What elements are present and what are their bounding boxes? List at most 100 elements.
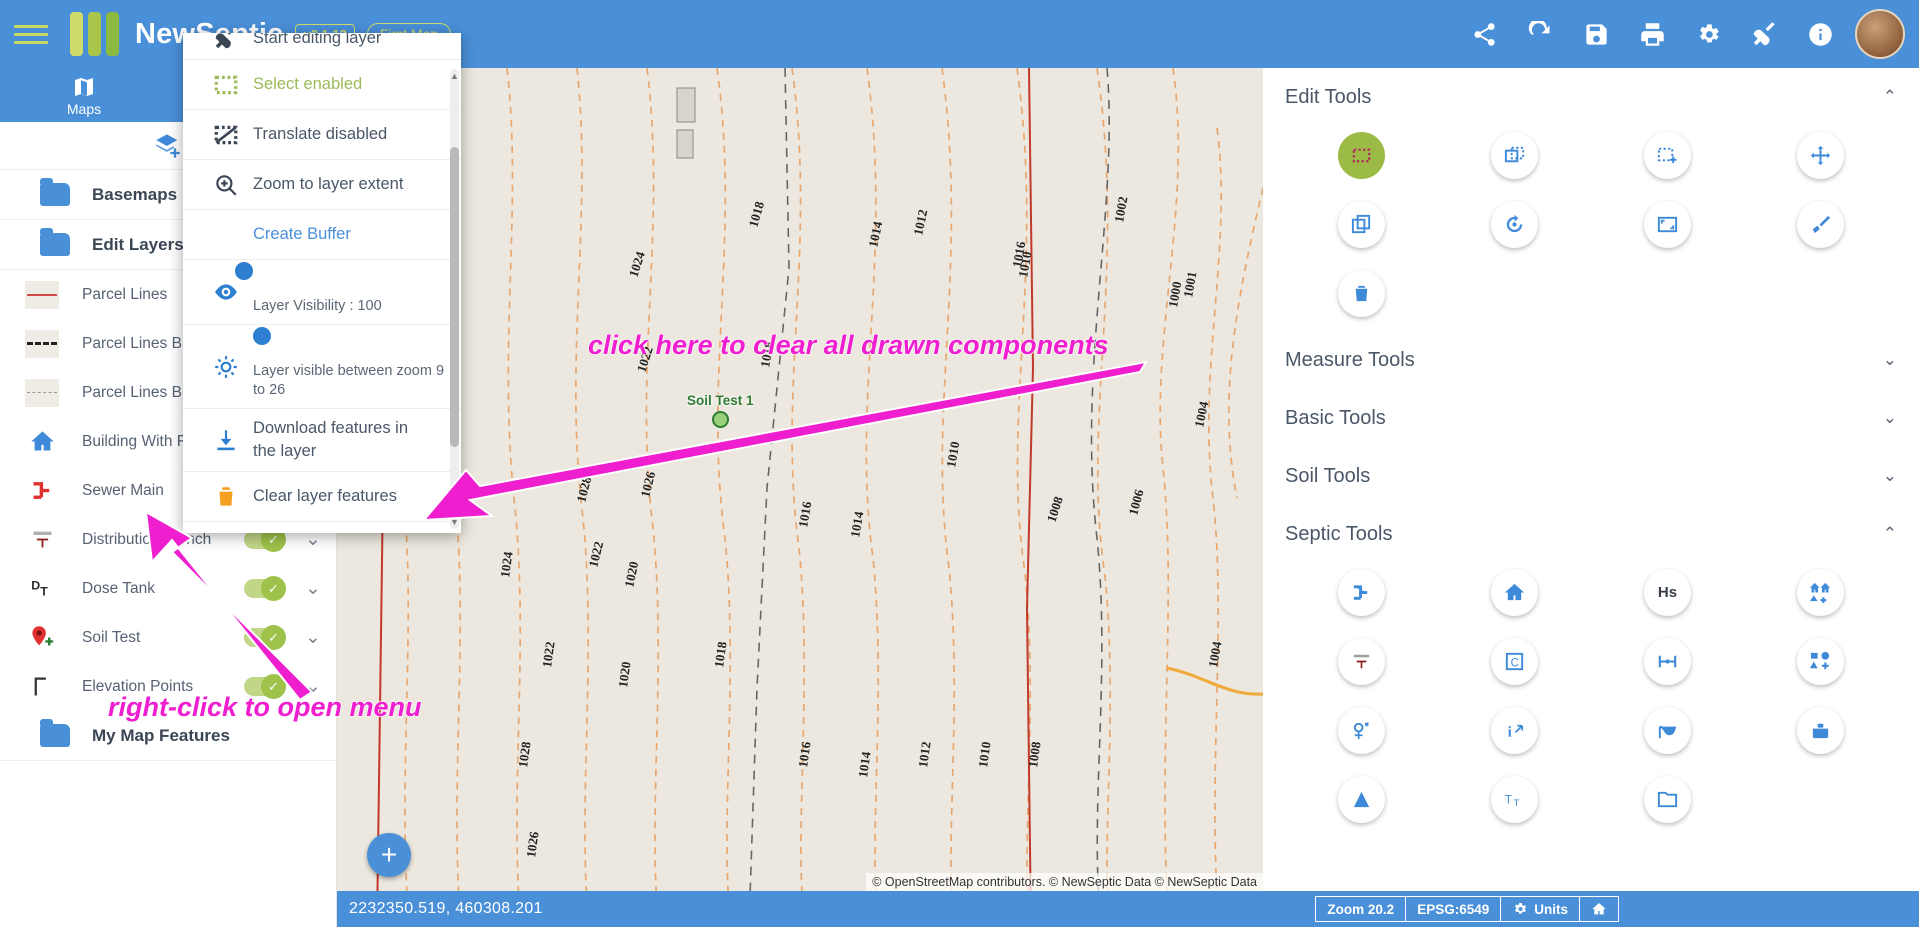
rect-copy-dotted-icon	[1504, 146, 1525, 163]
soil-test-pin-icon	[18, 622, 66, 654]
section-header-basic-tools[interactable]: Basic Tools ⌄	[1285, 389, 1897, 447]
add-feature-button[interactable]: +	[367, 833, 411, 877]
soil-tool[interactable]	[1338, 707, 1385, 754]
move-arrows-icon	[1810, 145, 1831, 166]
print-icon[interactable]	[1637, 19, 1667, 49]
units-cell[interactable]: Units	[1500, 896, 1579, 922]
chevron-down-icon[interactable]: ⌄	[1883, 350, 1897, 370]
user-avatar[interactable]	[1855, 9, 1905, 59]
distribution-trench-tool[interactable]	[1338, 638, 1385, 685]
share-icon[interactable]	[1469, 19, 1499, 49]
layer-context-menu[interactable]: Start editing layer Select enabled Trans…	[183, 33, 461, 533]
clear-style-tool[interactable]	[1797, 201, 1844, 248]
house-sewer-tool[interactable]: Hs	[1644, 569, 1691, 616]
context-menu-scrollbar[interactable]: ▲ ▼	[450, 69, 459, 529]
refresh-icon[interactable]	[1525, 19, 1555, 49]
copy-tool[interactable]	[1338, 201, 1385, 248]
chamber-tool[interactable]: C	[1491, 638, 1538, 685]
ctx-download-features[interactable]: Download features in the layer	[183, 409, 461, 472]
map-attribution: © OpenStreetMap contributors. © NewSepti…	[866, 873, 1263, 891]
info-tool[interactable]: i	[1491, 707, 1538, 754]
tank-tool[interactable]	[1797, 707, 1844, 754]
ctx-zoom-to-layer-extent[interactable]: Zoom to layer extent	[183, 160, 461, 210]
epsg-cell[interactable]: EPSG:6549	[1405, 896, 1501, 922]
ctx-zoom-range[interactable]: Layer visible between zoom 9 to 26	[183, 325, 461, 409]
ctx-start-editing-layer[interactable]: Start editing layer	[183, 33, 461, 60]
map-canvas[interactable]: 1018 1024 1022 1028 1026 1022 1020 1014 …	[337, 68, 1263, 927]
folder-icon	[40, 719, 70, 747]
brush-icon	[1812, 215, 1831, 234]
section-header-septic-tools[interactable]: Septic Tools ⌃	[1285, 505, 1897, 563]
multi-building-tool[interactable]	[1797, 569, 1844, 616]
ctx-clear-layer-features[interactable]: Clear layer features	[183, 472, 461, 522]
soil-test-marker[interactable]: Soil Test 1	[687, 393, 754, 428]
ctx-create-buffer[interactable]: Create Buffer	[183, 210, 461, 260]
scale-tool[interactable]	[1644, 201, 1691, 248]
chevron-down-icon[interactable]: ⌄	[1883, 466, 1897, 486]
tab-maps[interactable]: Maps	[0, 68, 168, 122]
info-icon[interactable]	[1805, 19, 1835, 49]
chevron-down-icon[interactable]: ⌄	[300, 577, 326, 600]
folder-icon	[40, 228, 70, 256]
annotation-right-click: right-click to open menu	[108, 692, 423, 723]
section-header-soil-tools[interactable]: Soil Tools ⌄	[1285, 447, 1897, 505]
section-header-measure-tools[interactable]: Measure Tools ⌄	[1285, 331, 1897, 389]
settings-icon[interactable]	[1693, 19, 1723, 49]
tools-icon[interactable]	[1749, 19, 1779, 49]
layer-visibility-toggle[interactable]	[244, 576, 286, 601]
scroll-up-arrow-icon[interactable]: ▲	[450, 71, 459, 81]
trench-t-icon	[1353, 654, 1370, 669]
dotted-rect-icon	[1352, 148, 1371, 163]
layer-group-label: My Map Features	[92, 725, 230, 745]
scroll-down-arrow-icon[interactable]: ▼	[450, 517, 459, 527]
scrollbar-thumb[interactable]	[450, 147, 459, 447]
house-icon	[18, 426, 66, 458]
chevron-up-icon[interactable]: ⌃	[1883, 87, 1897, 107]
ctx-translate-disabled[interactable]: Translate disabled	[183, 110, 461, 160]
add-features-tool[interactable]	[1797, 638, 1844, 685]
chevron-up-icon[interactable]: ⌃	[1883, 524, 1897, 544]
zoom-level-cell[interactable]: Zoom 20.2	[1315, 896, 1406, 922]
septic-tools-grid: Hs C i TT	[1285, 563, 1897, 837]
section-basic-tools: Basic Tools ⌄	[1263, 389, 1919, 447]
select-features-tool[interactable]	[1338, 132, 1385, 179]
chevron-down-icon[interactable]: ⌄	[1883, 408, 1897, 428]
north-arrow-tool[interactable]	[1338, 776, 1385, 823]
eye-icon	[199, 279, 253, 305]
ctx-layer-visibility[interactable]: Layer Visibility : 100	[183, 260, 461, 325]
units-label: Units	[1534, 901, 1568, 917]
section-title: Soil Tools	[1285, 464, 1371, 487]
layer-row-dose-tank[interactable]: DT Dose Tank ⌄	[0, 564, 336, 613]
ctx-select-enabled[interactable]: Select enabled	[183, 60, 461, 110]
map-contours: 1018 1024 1022 1028 1026 1022 1020 1014 …	[337, 68, 1263, 927]
select-add-layer-tool[interactable]	[1491, 132, 1538, 179]
text-tool[interactable]: TT	[1491, 776, 1538, 823]
section-header-edit-tools[interactable]: Edit Tools ⌃	[1285, 68, 1897, 126]
folder-tool[interactable]	[1644, 776, 1691, 823]
layer-visibility-toggle[interactable]	[244, 625, 286, 650]
solid-red-line-icon	[18, 279, 66, 311]
home-cell[interactable]	[1579, 896, 1619, 922]
dotted-rect-plus-icon	[1657, 147, 1677, 164]
dotted-grey-line-icon	[18, 377, 66, 409]
building-tool[interactable]	[1491, 569, 1538, 616]
menu-icon[interactable]	[14, 24, 48, 44]
add-selection-tool[interactable]	[1644, 132, 1691, 179]
rotate-tool[interactable]	[1491, 201, 1538, 248]
ctx-label: Layer visible between zoom 9 to 26	[253, 363, 445, 398]
layer-label: Dose Tank	[82, 580, 155, 597]
select-dotted-icon	[199, 72, 253, 98]
distance-tool[interactable]	[1644, 638, 1691, 685]
move-tool[interactable]	[1797, 132, 1844, 179]
layer-row-soil-test[interactable]: Soil Test ⌄	[0, 613, 336, 662]
delete-tool[interactable]	[1338, 270, 1385, 317]
save-icon[interactable]	[1581, 19, 1611, 49]
profile-tool[interactable]	[1644, 707, 1691, 754]
triangle-up-icon	[1353, 791, 1370, 808]
folder-icon	[1657, 791, 1678, 808]
section-measure-tools: Measure Tools ⌄	[1263, 331, 1919, 389]
sewer-main-tool[interactable]	[1338, 569, 1385, 616]
trash-icon	[1355, 285, 1368, 302]
chevron-down-icon[interactable]: ⌄	[300, 626, 326, 649]
soil-test-point	[711, 411, 729, 428]
